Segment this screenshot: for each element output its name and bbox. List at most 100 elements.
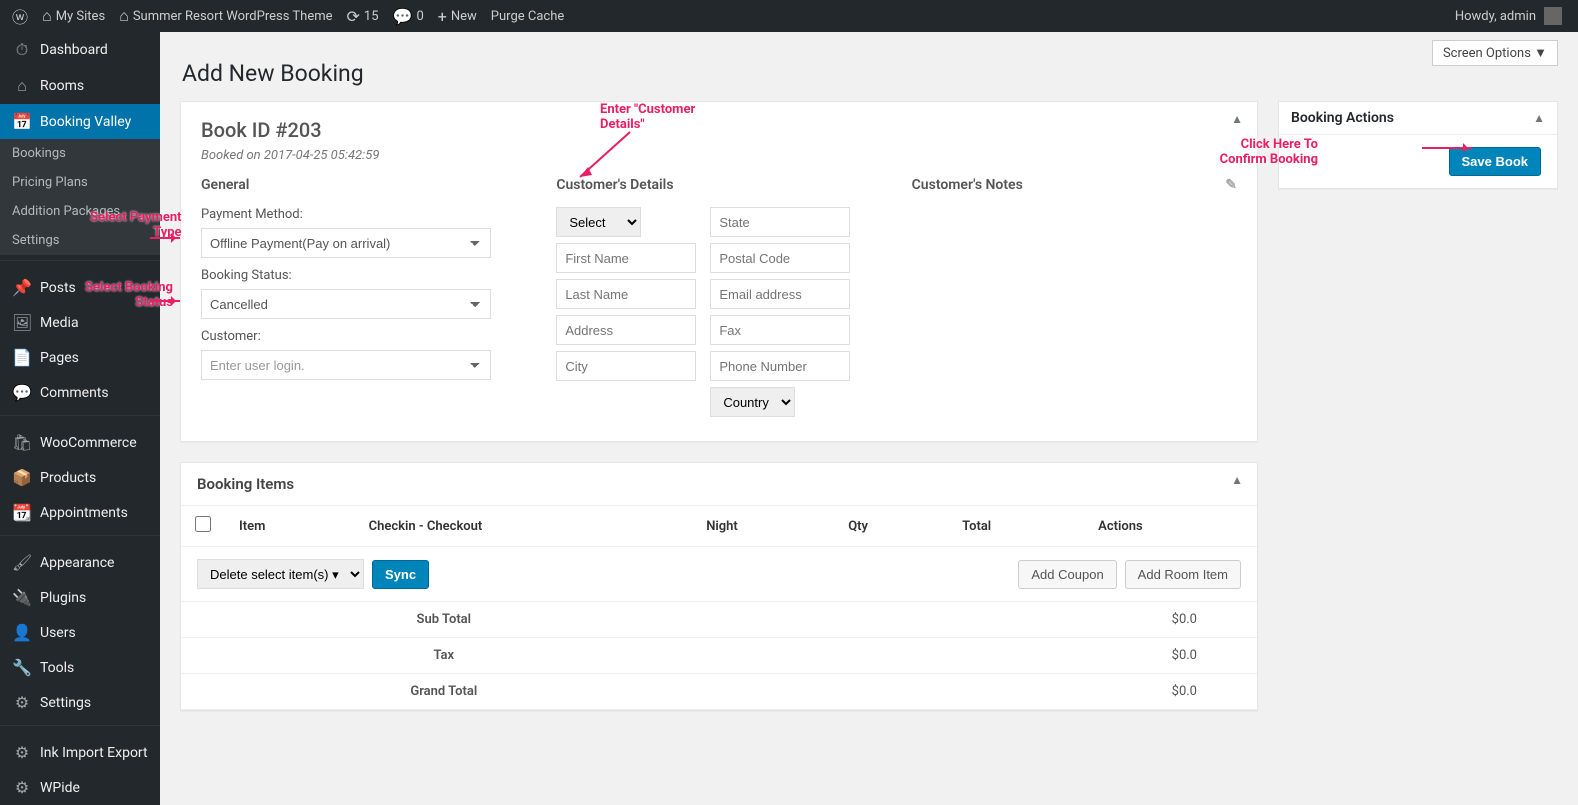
booking-items-table: Item Checkin - Checkout Night Qty Total … (181, 505, 1257, 547)
sidebar-item-media[interactable]: 🖼Media (0, 305, 160, 340)
brush-icon: 🖌 (12, 553, 32, 572)
main-content: Screen Options ▼ Add New Booking ▲ Book … (160, 32, 1578, 805)
sidebar-label: WooCommerce (40, 435, 137, 451)
booking-detail-box: ▲ Book ID #203 Booked on 2017-04-25 05:4… (180, 101, 1258, 442)
save-book-button[interactable]: Save Book (1449, 147, 1541, 176)
dashboard-icon: ⏱ (12, 40, 32, 60)
col-total: Total (948, 506, 1084, 547)
media-icon: 🖼 (12, 313, 32, 332)
calendar-icon: 📅 (12, 112, 32, 131)
subitem-settings[interactable]: Settings (0, 226, 160, 255)
updates-link[interactable]: ⟳15 (347, 7, 379, 26)
sync-button[interactable]: Sync (372, 560, 429, 589)
col-item: Item (225, 506, 355, 547)
edit-icon[interactable]: ✎ (1225, 177, 1237, 193)
user-icon: 👤 (12, 623, 32, 642)
booking-status-select[interactable]: Cancelled (201, 289, 491, 319)
subtotal-label: Sub Total (181, 602, 707, 638)
sidebar-item-posts[interactable]: 📌Posts (0, 270, 160, 305)
page-icon: 📄 (12, 348, 32, 367)
sidebar-item-dashboard[interactable]: ⏱ Dashboard (0, 32, 160, 68)
select-all-checkbox[interactable] (195, 516, 211, 532)
sidebar-label: Rooms (40, 78, 84, 94)
add-coupon-button[interactable]: Add Coupon (1018, 560, 1116, 589)
collapse-icon[interactable]: ▲ (1533, 111, 1545, 125)
screen-options-button[interactable]: Screen Options ▼ (1432, 40, 1558, 66)
sidebar-label: Ink Import Export (40, 745, 148, 761)
add-room-item-button[interactable]: Add Room Item (1125, 560, 1241, 589)
admin-bar: ⓦ ⌂My Sites ⌂Summer Resort WordPress The… (0, 0, 1578, 32)
product-icon: 📦 (12, 468, 32, 487)
sidebar-item-rooms[interactable]: ⌂Rooms (0, 68, 160, 104)
sidebar-item-appearance[interactable]: 🖌Appearance (0, 545, 160, 580)
comment-icon: 💬 (393, 7, 413, 26)
comments-link[interactable]: 💬0 (393, 7, 424, 26)
sidebar-item-pages[interactable]: 📄 Pages (0, 340, 160, 375)
customer-notes-heading: Customer's Notes ✎ (912, 177, 1237, 193)
state-input[interactable] (710, 207, 850, 237)
my-sites-label: My Sites (56, 9, 105, 24)
book-id-title: Book ID #203 (201, 118, 1237, 142)
sidebar-label: Settings (40, 695, 91, 711)
howdy-link[interactable]: Howdy, admin (1455, 9, 1536, 24)
last-name-input[interactable] (556, 279, 696, 309)
admin-sidebar: ⏱ Dashboard ⌂Rooms 📅Booking Valley Bookin… (0, 32, 160, 805)
postal-code-input[interactable] (710, 243, 850, 273)
col-qty: Qty (834, 506, 948, 547)
customer-label: Customer: (201, 329, 526, 344)
col-actions: Actions (1084, 506, 1257, 547)
gear-icon: ⚙ (12, 743, 32, 762)
wp-logo[interactable]: ⓦ (12, 4, 28, 28)
sidebar-item-comments[interactable]: 💬Comments (0, 375, 160, 410)
sliders-icon: ⚙ (12, 693, 32, 712)
booking-actions-box: Booking Actions ▲ Save Book (1278, 101, 1558, 189)
general-heading: General (201, 177, 526, 193)
new-link[interactable]: +New (438, 7, 477, 26)
first-name-input[interactable] (556, 243, 696, 273)
subitem-bookings[interactable]: Bookings (0, 139, 160, 168)
booking-status-label: Booking Status: (201, 268, 526, 283)
refresh-icon: ⟳ (347, 7, 360, 26)
customer-select[interactable]: Enter user login. (201, 350, 491, 380)
sidebar-label: Users (40, 625, 76, 641)
my-sites-link[interactable]: ⌂My Sites (42, 6, 105, 26)
city-input[interactable] (556, 351, 696, 381)
country-select[interactable]: Country (710, 387, 795, 417)
purge-label: Purge Cache (491, 9, 564, 24)
sidebar-label: Pages (40, 350, 79, 366)
sidebar-item-appointments[interactable]: 📆 Appointments (0, 495, 160, 530)
sidebar-item-ink-import[interactable]: ⚙ Ink Import Export (0, 735, 160, 770)
subitem-addition[interactable]: Addition Packages (0, 197, 160, 226)
phone-input[interactable] (710, 351, 850, 381)
sidebar-item-booking-valley[interactable]: 📅Booking Valley (0, 104, 160, 139)
sidebar-item-woocommerce[interactable]: 🛍 WooCommerce (0, 425, 160, 460)
address-input[interactable] (556, 315, 696, 345)
new-label: New (451, 9, 477, 24)
email-input[interactable] (710, 279, 850, 309)
title-select[interactable]: Select (556, 207, 641, 237)
sidebar-item-users[interactable]: 👤 Users (0, 615, 160, 650)
site-name-link[interactable]: ⌂Summer Resort WordPress Theme (119, 6, 332, 26)
subtotal-value: $0.0 (707, 602, 1257, 638)
payment-method-select[interactable]: Offline Payment(Pay on arrival) (201, 228, 491, 258)
tax-value: $0.0 (707, 638, 1257, 674)
avatar[interactable] (1544, 7, 1562, 25)
sidebar-item-products[interactable]: 📦 Products (0, 460, 160, 495)
grandtotal-value: $0.0 (707, 674, 1257, 710)
bulk-action-select[interactable]: Delete select item(s) ▾ (197, 559, 364, 589)
collapse-icon[interactable]: ▲ (1231, 473, 1243, 487)
collapse-icon[interactable]: ▲ (1231, 112, 1243, 126)
woo-icon: 🛍 (12, 433, 32, 452)
tax-label: Tax (181, 638, 707, 674)
sidebar-label: Appointments (40, 505, 128, 521)
fax-input[interactable] (710, 315, 850, 345)
sidebar-item-plugins[interactable]: 🔌Plugins (0, 580, 160, 615)
calendar-icon: 📆 (12, 503, 32, 522)
purge-cache-link[interactable]: Purge Cache (491, 9, 564, 24)
subitem-pricing[interactable]: Pricing Plans (0, 168, 160, 197)
sidebar-label: Dashboard (40, 42, 108, 58)
sidebar-item-settings[interactable]: ⚙ Settings (0, 685, 160, 720)
sidebar-item-tools[interactable]: 🔧Tools (0, 650, 160, 685)
sidebar-label: Products (40, 470, 96, 486)
site-name-label: Summer Resort WordPress Theme (133, 9, 333, 24)
